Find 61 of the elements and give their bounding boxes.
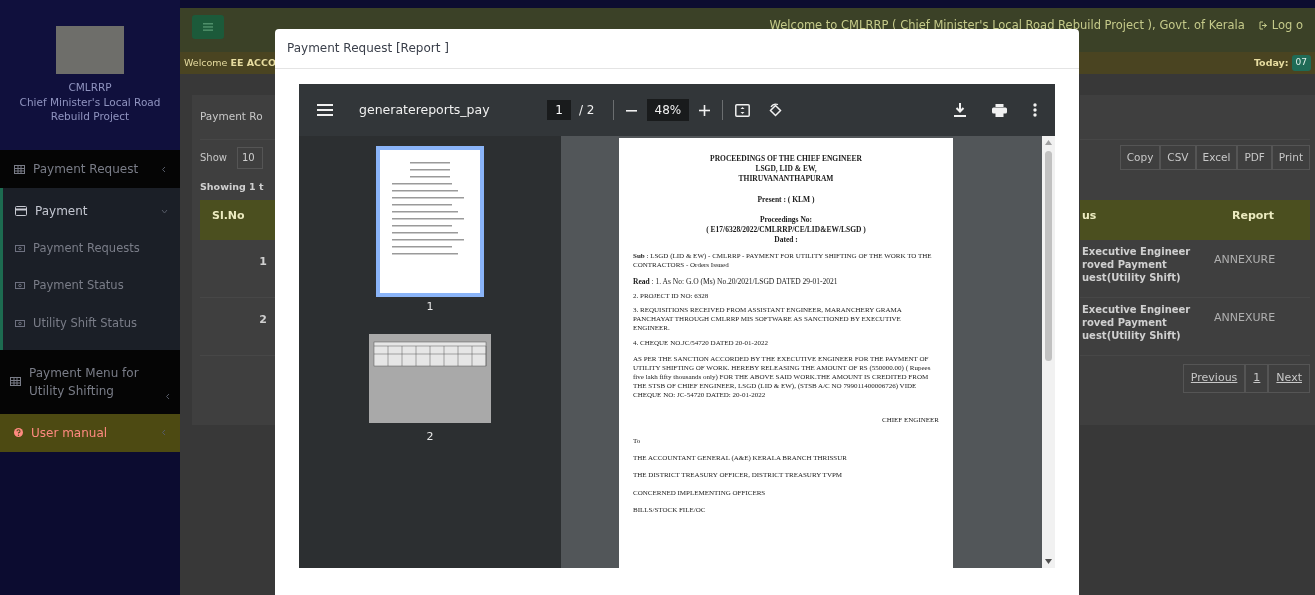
zoom-field[interactable]: 48%	[646, 99, 690, 121]
page-field[interactable]: 1	[547, 100, 571, 120]
annexure-link[interactable]: ANNEXURE	[1198, 240, 1276, 269]
card-title: Payment Ro	[200, 109, 263, 125]
export-button[interactable]: Excel	[1195, 144, 1238, 171]
page-count: / 2	[579, 102, 595, 119]
scroll-down-icon	[1045, 559, 1052, 564]
date-badge: 07	[1291, 55, 1311, 71]
export-button[interactable]: CSV	[1160, 144, 1196, 171]
table-cell-text: 2	[259, 312, 268, 328]
brand-text: Chief Minister's Local Road Rebuild Project	[18, 94, 162, 125]
page-size-field[interactable]: 10	[237, 146, 263, 169]
plus-icon	[699, 104, 711, 116]
annexure-link[interactable]: ANNEXURE	[1198, 298, 1276, 327]
menu-toggle-button[interactable]	[192, 15, 224, 39]
export-button[interactable]: Print	[1271, 144, 1310, 171]
fit-page-icon	[735, 103, 751, 117]
page-thumbnail[interactable]	[369, 333, 491, 423]
welcome-text: Welcome EE ACCO	[184, 55, 277, 70]
table-cell-text: Executive Engineer roved Payment uest(Utility Shift)	[1081, 303, 1192, 343]
scroll-up-icon	[1045, 140, 1052, 145]
brand-text: CMLRRP	[68, 80, 112, 95]
help-icon	[14, 428, 23, 438]
money-icon	[15, 319, 25, 327]
scrollbar[interactable]	[1042, 136, 1055, 568]
today-label: Today:	[1253, 55, 1289, 70]
table-cell-text: Executive Engineer roved Payment uest(Utility Shift)	[1081, 245, 1192, 285]
column-header[interactable]: us	[1080, 200, 1195, 240]
money-icon	[15, 282, 25, 290]
menu-item[interactable]: Payment Menu for Utility Shifting	[0, 349, 180, 414]
emblem-placeholder	[56, 26, 124, 74]
modal-title: Payment Request [Report ]	[287, 41, 449, 56]
thumbnail-label: 1	[426, 299, 434, 315]
pagination-button[interactable]: Previous	[1182, 364, 1246, 393]
pagination-button[interactable]: 1	[1245, 364, 1269, 393]
export-button[interactable]: PDF	[1237, 144, 1272, 171]
column-header[interactable]: Report	[1195, 200, 1275, 240]
table-icon	[14, 164, 25, 174]
more-vertical-icon	[1033, 103, 1037, 117]
table-icon	[10, 377, 21, 387]
show-label: Show	[200, 151, 227, 165]
table-info: Showing 1 t	[200, 180, 264, 195]
money-icon	[15, 245, 25, 253]
file-name: generatereports_pay	[359, 100, 491, 119]
menu-icon	[317, 104, 333, 116]
logout-icon	[1258, 21, 1268, 30]
menu-icon	[203, 23, 213, 31]
export-button[interactable]: Copy	[1119, 144, 1161, 171]
logout-link[interactable]: Log o	[1258, 17, 1303, 35]
thumbnail-label: 2	[426, 428, 434, 445]
print-icon	[992, 103, 1007, 117]
submenu-item[interactable]: Payment Status	[3, 267, 180, 305]
submenu-item[interactable]: Payment Requests	[3, 230, 180, 268]
pagination-button[interactable]: Next	[1268, 364, 1310, 393]
submenu-item[interactable]: Utility Shift Status	[3, 304, 180, 342]
rotate-icon	[768, 102, 784, 118]
menu-item[interactable]: Payment	[3, 192, 180, 230]
card-icon	[15, 206, 27, 216]
download-icon	[954, 103, 966, 117]
table-cell-text: 1	[259, 254, 268, 270]
menu-item[interactable]: Payment Request	[0, 150, 180, 188]
